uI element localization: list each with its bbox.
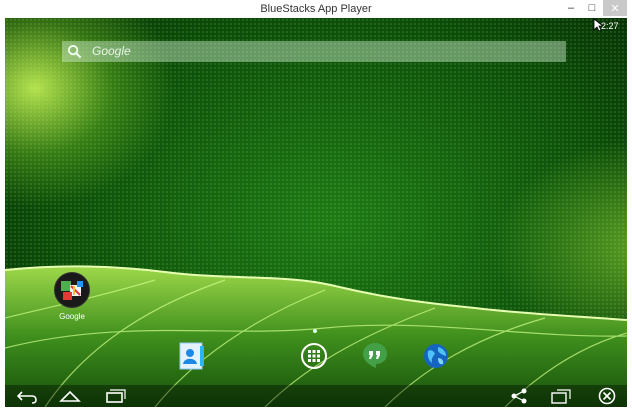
close-button[interactable]: ✕: [603, 0, 627, 16]
hangouts-icon[interactable]: [361, 341, 389, 369]
title-bar: BlueStacks App Player ‒ □ ✕: [0, 0, 632, 18]
google-folder[interactable]: Google: [52, 272, 92, 321]
mouse-cursor-icon: [593, 18, 603, 32]
back-icon[interactable]: [15, 387, 39, 405]
browser-icon[interactable]: [422, 342, 450, 370]
window-title: BlueStacks App Player: [260, 3, 372, 15]
navigation-bar: [5, 385, 627, 407]
search-icon: [67, 44, 82, 59]
app-drawer-icon[interactable]: [300, 342, 328, 370]
search-label: Google: [92, 44, 131, 58]
screen-icon[interactable]: [549, 387, 573, 405]
android-home-screen[interactable]: 2:27 Google Google: [5, 18, 627, 407]
window-frame-bottom: [0, 407, 632, 412]
google-search-bar[interactable]: Google: [62, 41, 566, 62]
minimize-button[interactable]: ‒: [561, 0, 581, 16]
window-frame-right: [627, 18, 632, 412]
close-circle-icon[interactable]: [595, 387, 619, 405]
status-clock: 2:27: [601, 21, 619, 31]
page-indicator: [313, 329, 317, 333]
share-icon[interactable]: [507, 387, 531, 405]
app-label-google: Google: [59, 312, 85, 321]
recents-icon[interactable]: [103, 387, 127, 405]
home-icon[interactable]: [58, 387, 82, 405]
maximize-button[interactable]: □: [582, 0, 602, 16]
google-folder-icon: [54, 272, 90, 308]
contacts-icon[interactable]: [178, 342, 206, 370]
